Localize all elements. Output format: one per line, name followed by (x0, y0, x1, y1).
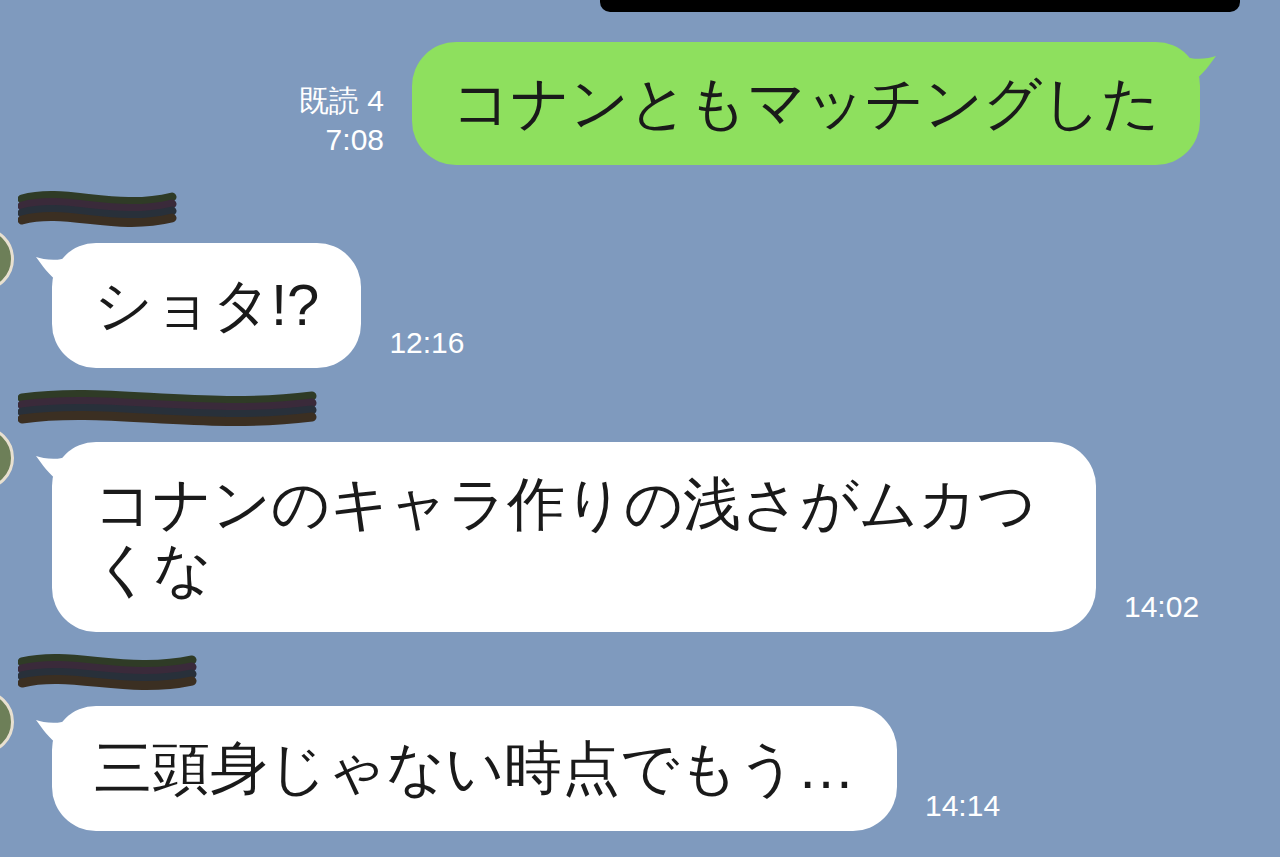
bubble-tail-icon (36, 257, 62, 287)
sent-bubble[interactable]: コナンともマッチングした (412, 42, 1200, 165)
bubble-tail-icon (36, 720, 62, 750)
received-message-row: 三頭身じゃない時点でもう… 14:14 (0, 646, 1280, 831)
message-column: コナンのキャラ作りの浅さがムカつくな 14:02 (52, 382, 1199, 632)
message-time: 7:08 (326, 120, 384, 159)
avatar[interactable] (0, 690, 14, 754)
redacted-name-icon (18, 183, 178, 239)
received-message-row: コナンのキャラ作りの浅さがムカつくな 14:02 (0, 382, 1280, 632)
avatar[interactable] (0, 227, 14, 291)
redacted-name-icon (18, 382, 318, 438)
message-meta: 既読 47:08 (299, 81, 384, 165)
message-time: 14:02 (1124, 587, 1199, 632)
received-bubble[interactable]: 三頭身じゃない時点でもう… (52, 706, 897, 831)
message-text: 三頭身じゃない時点でもう… (94, 736, 855, 801)
received-bubble[interactable]: コナンのキャラ作りの浅さがムカつくな (52, 442, 1096, 632)
message-list: 既読 47:08 コナンともマッチングしたショタ!? 12:16 コナンのキャラ作りの… (0, 12, 1280, 831)
bubble-tail-icon (36, 456, 62, 486)
message-column: 三頭身じゃない時点でもう… 14:14 (52, 646, 1000, 831)
top-area (0, 0, 1280, 12)
read-receipt: 既読 4 (299, 81, 384, 120)
message-time: 12:16 (389, 323, 464, 368)
message-text: コナンともマッチングした (452, 71, 1160, 136)
received-bubble[interactable]: ショタ!? (52, 243, 361, 368)
bubble-line: 三頭身じゃない時点でもう… 14:14 (52, 706, 1000, 831)
bubble-line: コナンのキャラ作りの浅さがムカつくな 14:02 (52, 442, 1199, 632)
bubble-line: ショタ!? 12:16 (52, 243, 464, 368)
received-message-row: ショタ!? 12:16 (0, 183, 1280, 368)
bubble-tail-icon (1190, 56, 1216, 86)
redacted-name-icon (18, 646, 198, 702)
sent-message-row: 既読 47:08 コナンともマッチングした (0, 12, 1280, 165)
avatar[interactable] (0, 426, 14, 490)
redacted-block (600, 0, 1240, 12)
chat-screen: 既読 47:08 コナンともマッチングしたショタ!? 12:16 コナンのキャラ作りの… (0, 0, 1280, 857)
message-column: ショタ!? 12:16 (52, 183, 464, 368)
message-text: コナンのキャラ作りの浅さがムカつくな (94, 472, 1054, 602)
message-time: 14:14 (925, 786, 1000, 831)
message-text: ショタ!? (94, 273, 319, 338)
